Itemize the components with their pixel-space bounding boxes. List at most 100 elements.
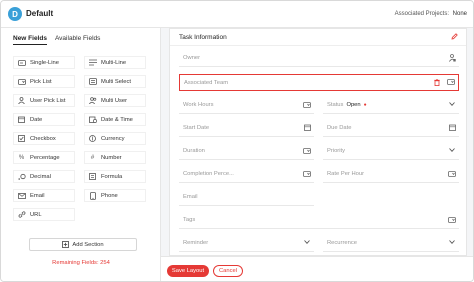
- trash-icon[interactable]: [434, 78, 440, 86]
- field-row-associated-team[interactable]: Associated Team: [179, 74, 459, 91]
- phone-icon: [88, 191, 97, 200]
- field-row-label: Rate Per Hour: [327, 171, 365, 177]
- field-row-label: Tags: [183, 217, 196, 223]
- field-row-completion-percentage[interactable]: Completion Perce...: [179, 166, 314, 183]
- field-label: Pick List: [30, 78, 52, 85]
- single-line-icon: [17, 59, 26, 66]
- field-currency[interactable]: Currency: [84, 132, 146, 145]
- pick-list-icon: [302, 101, 312, 109]
- field-label: Date & Time: [101, 116, 133, 123]
- field-email[interactable]: Email: [13, 189, 75, 202]
- field-formula[interactable]: Formula: [84, 170, 146, 183]
- field-row-reminder[interactable]: Reminder: [179, 235, 314, 252]
- field-label: Multi Select: [101, 78, 131, 85]
- field-label: Single-Line: [30, 59, 60, 66]
- multi-user-icon: [88, 97, 97, 104]
- field-row-status[interactable]: Status Open ●: [323, 97, 459, 114]
- cancel-button[interactable]: Cancel: [213, 265, 243, 277]
- field-multi-select[interactable]: Multi Select: [84, 75, 146, 88]
- field-row-email[interactable]: Email: [179, 189, 314, 206]
- field-row-label: Completion Perce...: [183, 171, 234, 177]
- hash-icon: #: [90, 154, 95, 161]
- chevron-down-icon[interactable]: [447, 148, 457, 154]
- field-row-recurrence[interactable]: Recurrence: [323, 235, 459, 252]
- lock-icon: ●: [363, 102, 367, 108]
- field-row-work-hours[interactable]: Work Hours: [179, 97, 314, 114]
- percent-icon: %: [18, 154, 25, 161]
- pick-list-icon: [302, 147, 312, 155]
- field-percentage[interactable]: % Percentage: [13, 151, 75, 164]
- tab-new-fields[interactable]: New Fields: [13, 35, 47, 45]
- calendar-clock-icon: [88, 116, 97, 123]
- field-row-label: Reminder: [183, 240, 209, 246]
- field-multi-line[interactable]: Multi-Line: [84, 56, 146, 69]
- field-multi-user[interactable]: Multi User: [84, 94, 146, 107]
- checkbox-icon: [17, 135, 26, 142]
- add-section-button[interactable]: Add Section: [29, 238, 137, 251]
- email-icon: [17, 192, 26, 199]
- field-decimal[interactable]: Decimal: [13, 170, 75, 183]
- field-row-priority[interactable]: Priority: [323, 143, 459, 160]
- field-label: Decimal: [30, 173, 51, 180]
- field-row-label: Start Date: [183, 125, 210, 131]
- layout-avatar: D: [8, 7, 22, 21]
- field-single-line[interactable]: Single-Line: [13, 56, 75, 69]
- palette-tabs: New Fields Available Fields: [13, 35, 100, 45]
- tab-available-fields[interactable]: Available Fields: [55, 35, 100, 45]
- associated-projects-value[interactable]: None: [453, 11, 467, 17]
- status-field: Status Open ●: [323, 102, 447, 108]
- field-date[interactable]: Date: [13, 113, 75, 126]
- save-layout-button[interactable]: Save Layout: [167, 265, 209, 277]
- field-label: Percentage: [30, 154, 60, 161]
- field-row-owner[interactable]: Owner: [179, 50, 459, 67]
- field-label: Currency: [101, 135, 125, 142]
- field-date-time[interactable]: Date & Time: [84, 113, 146, 126]
- field-label: Phone: [101, 192, 118, 199]
- field-label: URL: [30, 211, 42, 218]
- currency-icon: [88, 135, 97, 142]
- pick-list-icon: [447, 216, 457, 224]
- section-divider: [170, 45, 466, 46]
- field-palette: New Fields Available Fields Single-Line …: [1, 28, 161, 281]
- field-row-label: Duration: [183, 148, 205, 154]
- field-url[interactable]: URL: [13, 208, 75, 221]
- field-row-label: Owner: [183, 55, 201, 61]
- chevron-down-icon[interactable]: [302, 240, 312, 246]
- field-number[interactable]: # Number: [84, 151, 146, 164]
- field-row-label: Associated Team: [184, 79, 229, 86]
- add-section-icon: [62, 241, 70, 248]
- field-label: Formula: [101, 173, 123, 180]
- pick-list-icon: [302, 170, 312, 178]
- field-pick-list[interactable]: Pick List: [13, 75, 75, 88]
- field-row-label: Work Hours: [183, 102, 214, 108]
- field-user-pick-list[interactable]: User Pick List: [13, 94, 75, 107]
- field-row-label: Due Date: [327, 125, 352, 131]
- field-row-start-date[interactable]: Start Date: [179, 120, 314, 137]
- field-label: Email: [30, 192, 45, 199]
- layout-title: Default: [26, 9, 54, 18]
- field-label: User Pick List: [30, 97, 66, 104]
- add-section-label: Add Section: [72, 241, 104, 248]
- calendar-icon: [447, 124, 457, 132]
- pick-list-icon: [17, 78, 26, 85]
- section-title[interactable]: Task Information: [179, 34, 227, 41]
- formula-icon: [88, 173, 97, 180]
- user-lock-icon: [447, 54, 457, 62]
- chevron-down-icon[interactable]: [447, 102, 457, 108]
- edit-section-icon[interactable]: [451, 33, 458, 40]
- field-row-due-date[interactable]: Due Date: [323, 120, 459, 137]
- field-row-duration[interactable]: Duration: [179, 143, 314, 160]
- footer-bar: Save Layout Cancel: [161, 256, 473, 281]
- field-row-label: Status: [327, 102, 344, 108]
- field-row-tags[interactable]: Tags: [179, 212, 459, 229]
- field-row-rate-per-hour[interactable]: Rate Per Hour: [323, 166, 459, 183]
- field-checkbox[interactable]: Checkbox: [13, 132, 75, 145]
- field-phone[interactable]: Phone: [84, 189, 146, 202]
- field-row-label: Priority: [327, 148, 346, 154]
- chevron-down-icon[interactable]: [447, 240, 457, 246]
- status-value: Open: [346, 102, 361, 108]
- field-label: Multi User: [101, 97, 128, 104]
- field-label: Checkbox: [30, 135, 56, 142]
- associated-projects-label: Associated Projects:: [394, 11, 449, 17]
- layout-canvas: Task Information Owner Associated Team W…: [161, 28, 473, 281]
